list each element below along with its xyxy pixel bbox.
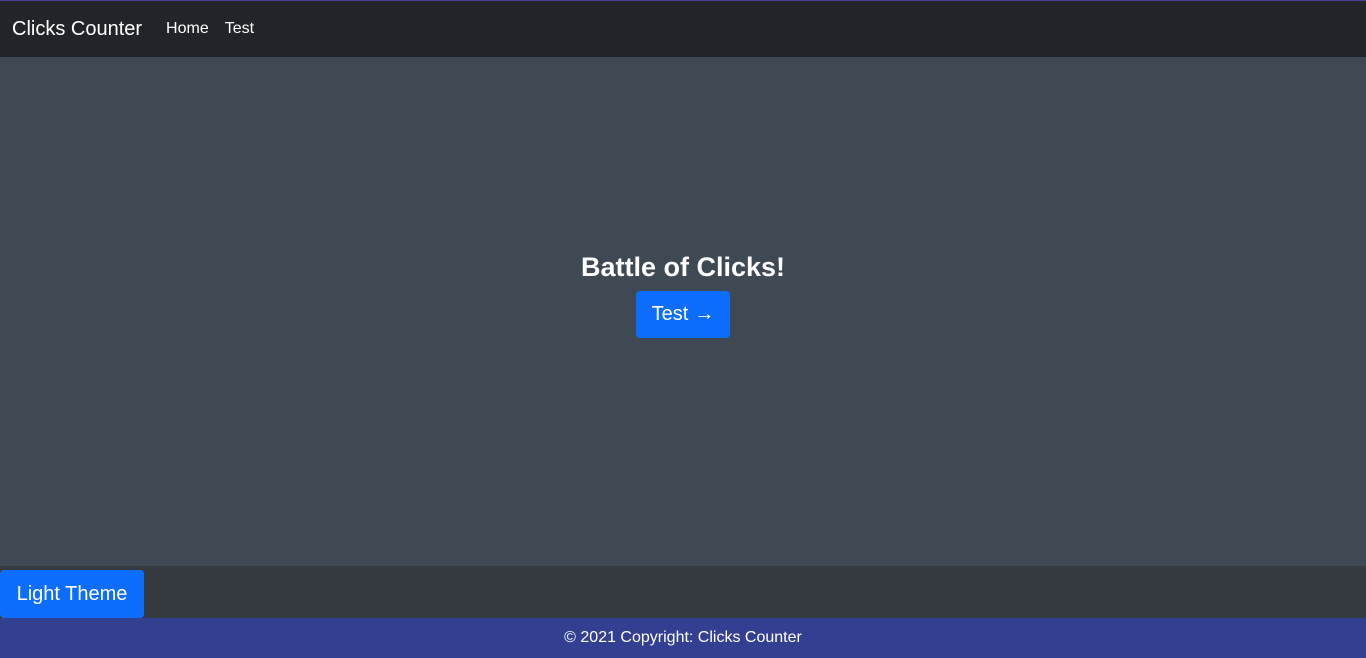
footer-copyright: © 2021 Copyright: Clicks Counter (564, 629, 802, 646)
light-theme-button[interactable]: Light Theme (0, 570, 144, 618)
main-content: Battle of Clicks! Test → (0, 57, 1366, 566)
hero-title: Battle of Clicks! (580, 252, 786, 282)
theme-bar: Light Theme (0, 566, 1366, 618)
top-navbar: Clicks Counter Home Test (0, 1, 1366, 57)
nav-link-home[interactable]: Home (166, 20, 209, 38)
nav-link-test[interactable]: Test (225, 20, 254, 38)
hero-section: Battle of Clicks! Test → (0, 249, 1366, 338)
footer: © 2021 Copyright: Clicks Counter (0, 618, 1366, 658)
navbar-brand[interactable]: Clicks Counter (12, 18, 142, 41)
test-button-label: Test (651, 303, 689, 325)
test-button[interactable]: Test → (636, 291, 730, 338)
arrow-right-icon: → (694, 303, 715, 325)
